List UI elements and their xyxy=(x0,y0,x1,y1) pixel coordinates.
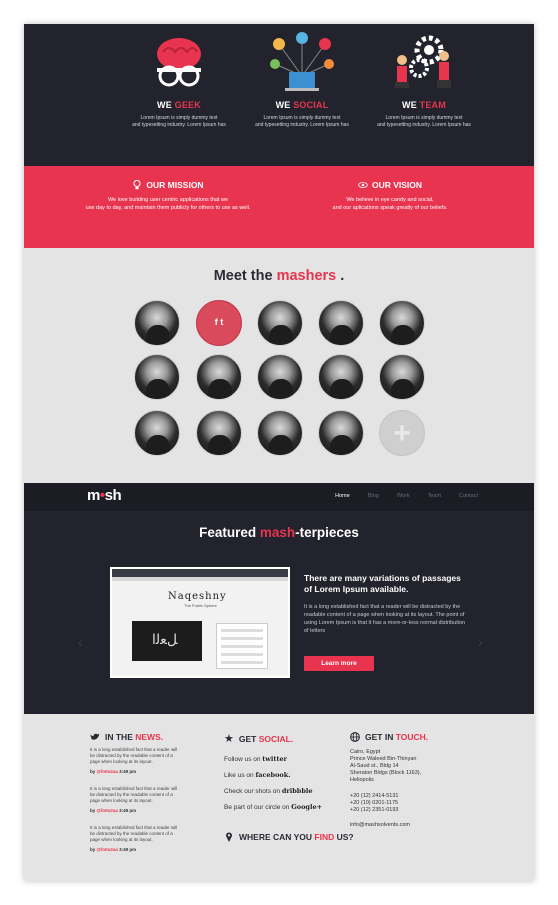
gears-team-icon xyxy=(395,35,451,88)
plus-icon: + xyxy=(393,417,411,450)
social-link-twitter[interactable]: Follow us on twitter xyxy=(224,755,322,763)
news-item: It is a long established fact that a rea… xyxy=(90,825,178,852)
nav-link-contact[interactable]: Contact xyxy=(459,493,478,499)
social-title: ★ GET SOCIAL. xyxy=(224,733,294,745)
nav-links: Home Blog Work Team Contact xyxy=(335,493,478,499)
feature-geek: WE GEEK Lorem Ipsum is simply dummy text… xyxy=(119,32,239,129)
slider-next-arrow[interactable]: › xyxy=(478,635,484,649)
team-member-avatar[interactable] xyxy=(318,410,364,456)
project-screenshot[interactable]: Naqeshny The Public Sphere ﻞﻌﻟﺍ xyxy=(110,567,290,678)
vision-text: We believe in eye candy and social, and o… xyxy=(332,197,448,211)
twitter-handle-link[interactable]: @fo0o2aa xyxy=(97,808,118,813)
globe-icon xyxy=(350,732,360,742)
learn-more-button[interactable]: Learn more xyxy=(304,656,374,671)
screenshot-signin-form xyxy=(216,623,268,669)
feature-text: Lorem Ipsum is simply dummy text and type… xyxy=(377,115,471,128)
footer: IN THE NEWS. It is a long established fa… xyxy=(24,714,534,881)
browser-bar xyxy=(112,569,288,577)
contact-phones: +20 (12) 2414-5131 +20 (10) 0201-1175 +2… xyxy=(350,793,399,813)
team-member-avatar-hover[interactable]: f t xyxy=(196,300,242,346)
social-link-facebook[interactable]: Like us on facebook. xyxy=(224,771,322,779)
social-link-dribbble[interactable]: Check our shots on dribbble xyxy=(224,787,322,795)
mission-block: OUR MISSION We love building user centri… xyxy=(68,180,268,212)
mash-logo[interactable]: m•sh xyxy=(87,487,122,504)
screenshot-subtitle: The Public Sphere xyxy=(184,603,217,608)
feature-title: WE GEEK xyxy=(157,100,201,110)
feature-team: WE TEAM Lorem Ipsum is simply dummy text… xyxy=(364,32,484,129)
vision-title: OUR VISION xyxy=(290,180,490,190)
team-member-avatar[interactable] xyxy=(196,354,242,400)
team-member-avatar[interactable] xyxy=(134,354,180,400)
news-item: It is a long established fact that a rea… xyxy=(90,786,178,813)
slider-prev-arrow[interactable]: ‹ xyxy=(78,635,84,649)
browser-toolbar xyxy=(112,577,288,581)
team-member-avatar[interactable] xyxy=(257,300,303,346)
team-illustration xyxy=(391,32,457,92)
star-icon: ★ xyxy=(224,733,234,745)
team-member-avatar[interactable] xyxy=(318,300,364,346)
team-title: Meet the mashers . xyxy=(213,268,345,284)
team-member-avatar[interactable] xyxy=(196,410,242,456)
feature-text: Lorem Ipsum is simply dummy text and type… xyxy=(255,115,349,128)
add-member-button[interactable]: + xyxy=(379,410,425,456)
twitter-handle-link[interactable]: @fo0o2aa xyxy=(97,847,118,852)
team-member-avatar[interactable] xyxy=(257,410,303,456)
featured-description: There are many variations of passages of… xyxy=(304,573,469,635)
page: WE GEEK Lorem Ipsum is simply dummy text… xyxy=(24,24,534,881)
lightbulb-icon xyxy=(133,180,141,190)
geek-illustration xyxy=(149,32,209,92)
featured-section: Featured mash-terpieces ‹ › Naqeshny The… xyxy=(24,511,534,714)
member-social-icons[interactable]: f t xyxy=(197,317,241,327)
contact-title: GET IN TOUCH. xyxy=(350,732,428,742)
nav-link-team[interactable]: Team xyxy=(428,493,441,499)
social-illustration xyxy=(269,32,335,92)
nav-link-work[interactable]: Work xyxy=(397,493,410,499)
social-column: ★ GET SOCIAL. Follow us on twitter Like … xyxy=(224,732,322,811)
twitter-bird-icon xyxy=(90,733,100,740)
featured-body: It is a long established fact that a rea… xyxy=(304,604,466,634)
team-member-avatar[interactable] xyxy=(318,354,364,400)
team-section: Meet the mashers . f t + xyxy=(24,248,534,483)
contact-address: Cairo, Egypt Prince Waleed Bin-Thinyan A… xyxy=(350,749,422,783)
where-find-us[interactable]: WHERE CAN YOU FIND US? xyxy=(224,832,354,842)
nav-link-blog[interactable]: Blog xyxy=(368,493,379,499)
news-item: It is a long established fact that a rea… xyxy=(90,747,178,774)
team-member-avatar[interactable] xyxy=(257,354,303,400)
map-pin-icon xyxy=(226,832,232,842)
mission-title: OUR MISSION xyxy=(68,180,268,190)
mission-vision-band: OUR MISSION We love building user centri… xyxy=(24,166,534,248)
team-member-avatar[interactable] xyxy=(134,410,180,456)
screenshot-blackboard-image: ﻞﻌﻟﺍ xyxy=(132,621,202,661)
news-column: IN THE NEWS. It is a long established fa… xyxy=(90,732,182,852)
vision-block: OUR VISION We believe in eye candy and s… xyxy=(290,180,490,212)
eye-icon xyxy=(358,182,368,188)
feature-text: Lorem Ipsum is simply dummy text and type… xyxy=(132,115,226,128)
screenshot-brand: Naqeshny xyxy=(168,591,227,602)
mission-text: We love building user centric applicatio… xyxy=(85,197,251,211)
featured-title: Featured mash-terpieces xyxy=(199,525,359,540)
social-link-googleplus[interactable]: Be part of our circle on Google+ xyxy=(224,803,322,811)
team-member-avatar[interactable] xyxy=(134,300,180,346)
features-section: WE GEEK Lorem Ipsum is simply dummy text… xyxy=(24,24,534,166)
featured-heading: There are many variations of passages of… xyxy=(304,573,461,594)
team-member-avatar[interactable] xyxy=(379,300,425,346)
twitter-handle-link[interactable]: @fo0o2aa xyxy=(97,769,118,774)
team-member-avatar[interactable] xyxy=(379,354,425,400)
contact-email-link[interactable]: info@mashsolvents.com xyxy=(350,822,428,829)
nav-link-home[interactable]: Home xyxy=(335,493,350,499)
feature-title: WE SOCIAL xyxy=(275,100,329,110)
feature-social: WE SOCIAL Lorem Ipsum is simply dummy te… xyxy=(242,32,362,129)
news-title: IN THE NEWS. xyxy=(90,732,182,742)
main-nav: m•sh Home Blog Work Team Contact xyxy=(24,483,534,511)
brain-glasses-icon xyxy=(157,38,201,87)
social-network-icon xyxy=(270,32,334,91)
feature-title: WE TEAM xyxy=(402,100,446,110)
contact-column: GET IN TOUCH. Cairo, Egypt Prince Waleed… xyxy=(350,732,428,829)
